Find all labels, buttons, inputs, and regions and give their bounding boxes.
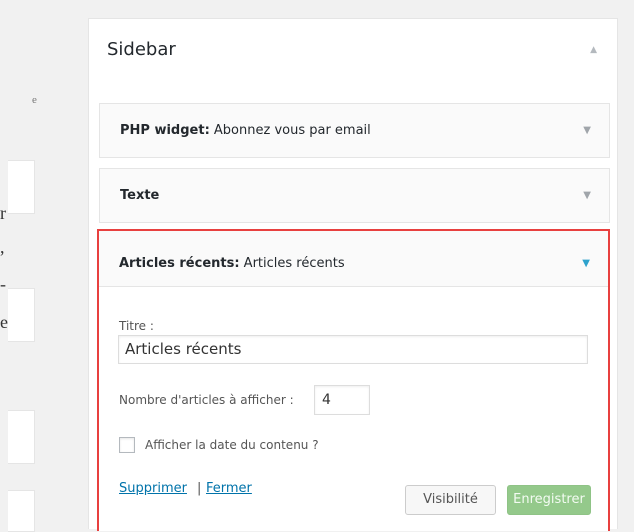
sidebar-title[interactable]: Sidebar xyxy=(107,39,176,60)
left-box xyxy=(8,288,35,342)
link-separator: | xyxy=(197,481,202,496)
visibility-button[interactable]: Visibilité xyxy=(405,485,496,515)
close-link[interactable]: Fermer xyxy=(206,481,252,496)
widget-title-bold: Articles récents: xyxy=(119,256,240,271)
left-text-fragment: - xyxy=(0,274,6,294)
widget-title-rest: Articles récents xyxy=(239,256,345,271)
count-label: Nombre d'articles à afficher : xyxy=(119,393,294,407)
title-input[interactable]: Articles récents xyxy=(118,335,588,364)
widget-php[interactable]: PHP widget: Abonnez vous par email ▼ xyxy=(99,103,610,158)
expand-triangle-down-icon[interactable]: ▼ xyxy=(583,125,591,136)
left-text-fragment: e xyxy=(32,94,37,106)
delete-link[interactable]: Supprimer xyxy=(119,481,187,496)
widget-header[interactable]: Articles récents: Articles récents ▼ xyxy=(99,231,608,287)
widget-title-rest: Abonnez vous par email xyxy=(209,123,371,138)
widget-title: Texte xyxy=(120,188,159,203)
left-column-fragment: e r , - e xyxy=(0,0,40,532)
left-box xyxy=(8,160,35,214)
left-text-fragment: , xyxy=(0,237,5,257)
collapse-triangle-up-icon[interactable]: ▲ xyxy=(590,45,597,55)
widget-texte[interactable]: Texte ▼ xyxy=(99,168,610,223)
widget-title: Articles récents: Articles récents xyxy=(119,256,345,271)
widget-title: PHP widget: Abonnez vous par email xyxy=(120,123,371,138)
show-date-label: Afficher la date du contenu ? xyxy=(145,438,319,452)
left-box xyxy=(8,410,35,464)
count-input[interactable]: 4 xyxy=(314,385,370,415)
show-date-checkbox[interactable] xyxy=(119,437,135,453)
sidebar-panel: Sidebar ▲ PHP widget: Abonnez vous par e… xyxy=(88,18,618,531)
title-label: Titre : xyxy=(119,319,154,333)
widget-title-bold: PHP widget: xyxy=(120,123,210,138)
save-button[interactable]: Enregistrer xyxy=(507,485,591,515)
expand-triangle-down-icon[interactable]: ▼ xyxy=(583,190,591,201)
left-text-fragment: e xyxy=(0,312,8,332)
widget-title-bold: Texte xyxy=(120,188,160,203)
collapse-triangle-down-icon[interactable]: ▼ xyxy=(582,258,590,269)
left-text-fragment: r xyxy=(0,203,6,223)
widget-articles-recents: Articles récents: Articles récents ▼ Tit… xyxy=(97,229,610,531)
left-box xyxy=(8,490,35,532)
